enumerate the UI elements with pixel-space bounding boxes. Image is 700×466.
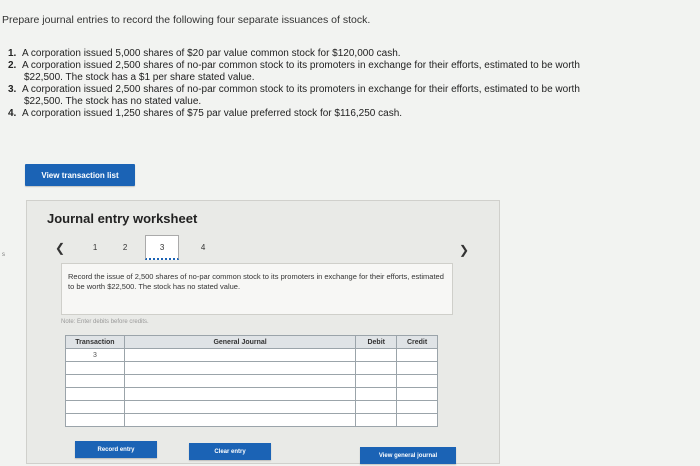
list-item: 4. A corporation issued 1,250 shares of … xyxy=(8,108,698,120)
list-item-number: 1. xyxy=(8,48,17,59)
journal-table: Transaction General Journal Debit Credit… xyxy=(65,335,438,427)
account-cell[interactable] xyxy=(123,374,357,388)
table-row xyxy=(65,387,438,401)
journal-entry-worksheet: Journal entry worksheet ❮ 1 2 3 4 Record… xyxy=(26,200,500,464)
credit-cell[interactable] xyxy=(396,374,438,388)
clear-entry-button[interactable]: Clear entry xyxy=(189,443,271,460)
debit-cell[interactable] xyxy=(355,387,398,401)
side-mark: s xyxy=(2,252,5,258)
view-transaction-list-button[interactable]: View transaction list xyxy=(25,164,135,186)
credit-cell[interactable] xyxy=(396,387,438,401)
transaction-cell xyxy=(65,374,125,388)
list-item-text: A corporation issued 2,500 shares of no-… xyxy=(22,60,580,71)
list-item-number: 3. xyxy=(8,84,17,95)
transaction-description: Record the issue of 2,500 shares of no-p… xyxy=(61,263,453,315)
list-item-continuation: $22,500. The stock has no stated value. xyxy=(24,96,202,107)
col-general-journal: General Journal xyxy=(123,335,357,349)
transaction-cell xyxy=(65,413,125,427)
view-general-journal-button[interactable]: View general journal xyxy=(360,447,456,464)
chevron-left-icon[interactable]: ❮ xyxy=(55,241,65,255)
debit-credit-note: Note: Enter debits before credits. xyxy=(61,319,149,325)
debit-cell[interactable] xyxy=(355,413,398,427)
account-cell[interactable] xyxy=(123,348,357,362)
list-item-text: A corporation issued 1,250 shares of $75… xyxy=(22,108,403,119)
table-row xyxy=(65,374,438,388)
worksheet-pager: ❮ 1 2 3 4 xyxy=(55,235,223,260)
col-transaction: Transaction xyxy=(65,335,125,349)
record-entry-button[interactable]: Record entry xyxy=(75,441,157,458)
debit-cell[interactable] xyxy=(355,361,398,375)
list-item-continuation: $22,500. The stock has a $1 per share st… xyxy=(24,72,255,83)
issuance-list: 1. A corporation issued 5,000 shares of … xyxy=(8,48,698,120)
credit-cell[interactable] xyxy=(396,400,438,414)
list-item: 3. A corporation issued 2,500 shares of … xyxy=(8,84,698,96)
debit-cell[interactable] xyxy=(355,374,398,388)
list-item: 2. A corporation issued 2,500 shares of … xyxy=(8,60,698,72)
credit-cell[interactable] xyxy=(396,413,438,427)
debit-cell[interactable] xyxy=(355,348,398,362)
transaction-cell xyxy=(65,387,125,401)
table-row xyxy=(65,413,438,427)
debit-cell[interactable] xyxy=(355,400,398,414)
credit-cell[interactable] xyxy=(396,348,438,362)
page-4-link[interactable]: 4 xyxy=(193,243,213,252)
table-row: 3 xyxy=(65,348,438,362)
list-item: 1. A corporation issued 5,000 shares of … xyxy=(8,48,698,60)
account-cell[interactable] xyxy=(123,413,357,427)
page-3-link[interactable]: 3 xyxy=(145,235,180,260)
list-item-number: 2. xyxy=(8,60,17,71)
transaction-cell xyxy=(65,361,125,375)
question-prompt: Prepare journal entries to record the fo… xyxy=(2,14,371,26)
chevron-right-icon[interactable]: ❯ xyxy=(459,243,469,257)
list-item-text: A corporation issued 5,000 shares of $20… xyxy=(22,48,401,59)
list-item-number: 4. xyxy=(8,108,17,119)
transaction-cell xyxy=(65,400,125,414)
col-credit: Credit xyxy=(396,335,438,349)
list-item-text: A corporation issued 2,500 shares of no-… xyxy=(22,84,580,95)
worksheet-title: Journal entry worksheet xyxy=(47,211,198,226)
table-row xyxy=(65,361,438,375)
account-cell[interactable] xyxy=(123,387,357,401)
col-debit: Debit xyxy=(355,335,398,349)
credit-cell[interactable] xyxy=(396,361,438,375)
page-1-link[interactable]: 1 xyxy=(85,243,105,252)
transaction-cell: 3 xyxy=(65,348,125,362)
account-cell[interactable] xyxy=(123,361,357,375)
account-cell[interactable] xyxy=(123,400,357,414)
page-2-link[interactable]: 2 xyxy=(115,243,135,252)
table-row xyxy=(65,400,438,414)
